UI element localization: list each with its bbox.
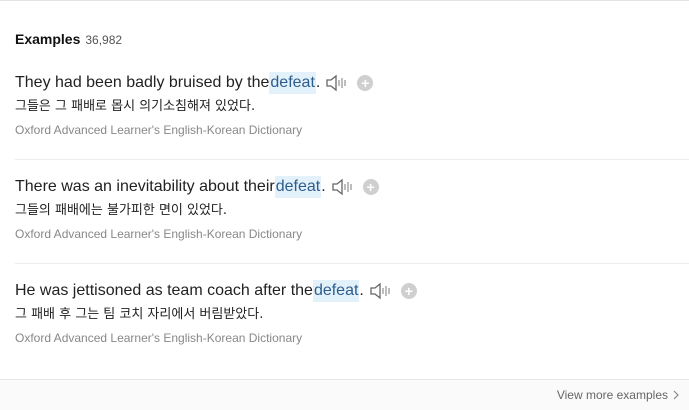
speaker-icon[interactable] xyxy=(368,281,394,301)
add-to-wordbook-icon[interactable]: + xyxy=(400,283,417,299)
highlighted-keyword[interactable]: defeat xyxy=(274,176,322,198)
example-sentence: There was an inevitability about their d… xyxy=(15,176,689,198)
example-sentence: They had been badly bruised by the defea… xyxy=(15,72,689,94)
example-source: Oxford Advanced Learner's English-Korean… xyxy=(15,331,303,345)
sentence-end: . xyxy=(321,178,326,195)
view-more-examples-link[interactable]: View more examples xyxy=(557,388,680,402)
speaker-icon[interactable] xyxy=(330,177,356,197)
highlighted-keyword[interactable]: defeat xyxy=(312,280,360,302)
example-translation: 그 패배 후 그는 팀 코치 자리에서 버림받았다. xyxy=(15,307,264,322)
examples-footer: View more examples xyxy=(0,379,689,410)
chevron-right-icon xyxy=(673,390,679,400)
example-source: Oxford Advanced Learner's English-Korean… xyxy=(15,123,303,137)
sentence-text: There was an inevitability about their xyxy=(15,178,275,195)
examples-header: Examples 36,982 xyxy=(15,31,122,47)
example-divider xyxy=(15,159,689,160)
sentence-text: He was jettisoned as team coach after th… xyxy=(15,282,313,299)
add-to-wordbook-icon[interactable]: + xyxy=(362,179,379,195)
section-title: Examples xyxy=(15,31,81,47)
example-sentence: He was jettisoned as team coach after th… xyxy=(15,280,689,302)
example-translation: 그들은 그 패배로 몹시 의기소침해져 있었다. xyxy=(15,99,256,114)
example-item: He was jettisoned as team coach after th… xyxy=(15,280,689,346)
example-item: They had been badly bruised by the defea… xyxy=(15,72,689,138)
examples-count: 36,982 xyxy=(85,33,123,47)
example-source: Oxford Advanced Learner's English-Korean… xyxy=(15,227,303,241)
sentence-text: They had been badly bruised by the xyxy=(15,74,270,91)
speaker-icon[interactable] xyxy=(324,73,350,93)
example-divider xyxy=(15,263,689,264)
example-translation: 그들의 패배에는 불가피한 면이 있었다. xyxy=(15,203,228,218)
add-to-wordbook-icon[interactable]: + xyxy=(357,75,374,91)
top-divider xyxy=(0,0,689,1)
sentence-end: . xyxy=(359,282,364,299)
highlighted-keyword[interactable]: defeat xyxy=(269,72,316,94)
view-more-label: View more examples xyxy=(556,388,668,402)
example-item: There was an inevitability about their d… xyxy=(15,176,689,242)
sentence-end: . xyxy=(315,74,321,91)
